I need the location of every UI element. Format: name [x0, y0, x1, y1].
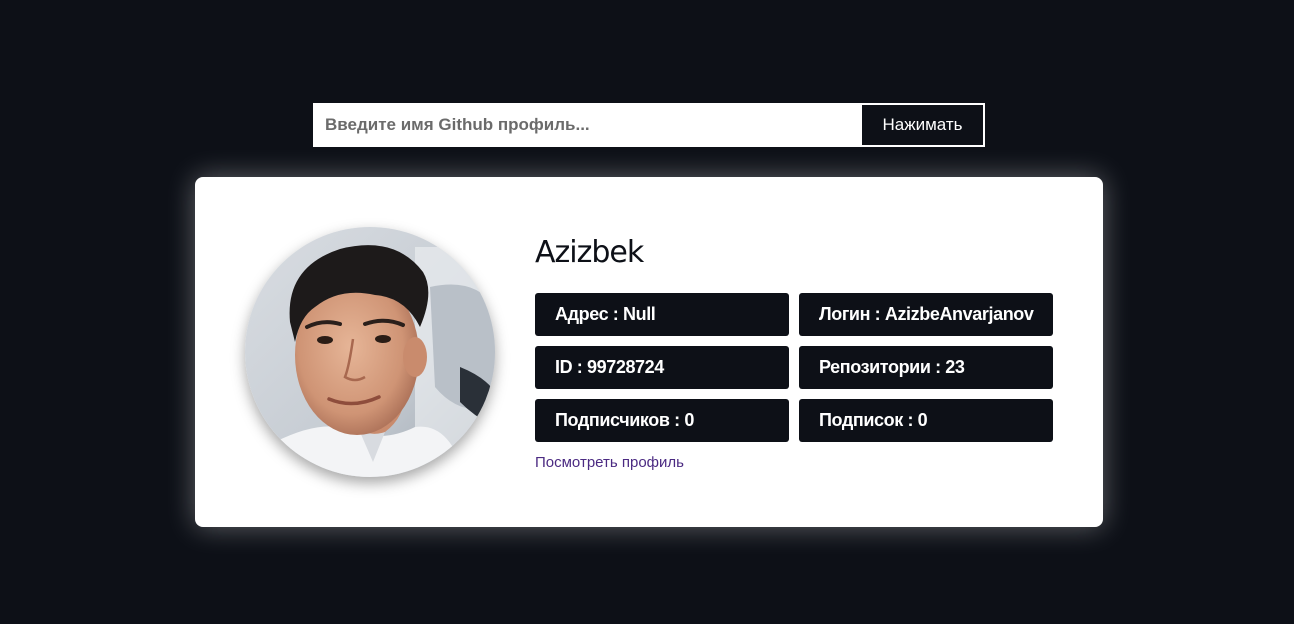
view-profile-link[interactable]: Посмотреть профиль: [535, 454, 684, 471]
stat-address: Адрес : Null: [535, 293, 789, 336]
user-name: Azizbek: [535, 235, 644, 270]
search-form: Нажимать: [313, 103, 985, 147]
stat-repositories: Репозитории : 23: [799, 346, 1053, 389]
search-input[interactable]: [313, 103, 860, 147]
stat-id: ID : 99728724: [535, 346, 789, 389]
search-button[interactable]: Нажимать: [860, 103, 985, 147]
profile-info: Azizbek Адрес : Null Логин : AzizbeAnvar…: [535, 233, 1055, 472]
stat-login: Логин : AzizbeAnvarjanov: [799, 293, 1053, 336]
stat-following: Подписок : 0: [799, 399, 1053, 442]
profile-card: Azizbek Адрес : Null Логин : AzizbeAnvar…: [195, 177, 1103, 527]
stats-grid: Адрес : Null Логин : AzizbeAnvarjanov ID…: [535, 293, 1055, 442]
avatar: [245, 227, 495, 477]
avatar-photo: [245, 227, 495, 477]
stat-followers: Подписчиков : 0: [535, 399, 789, 442]
